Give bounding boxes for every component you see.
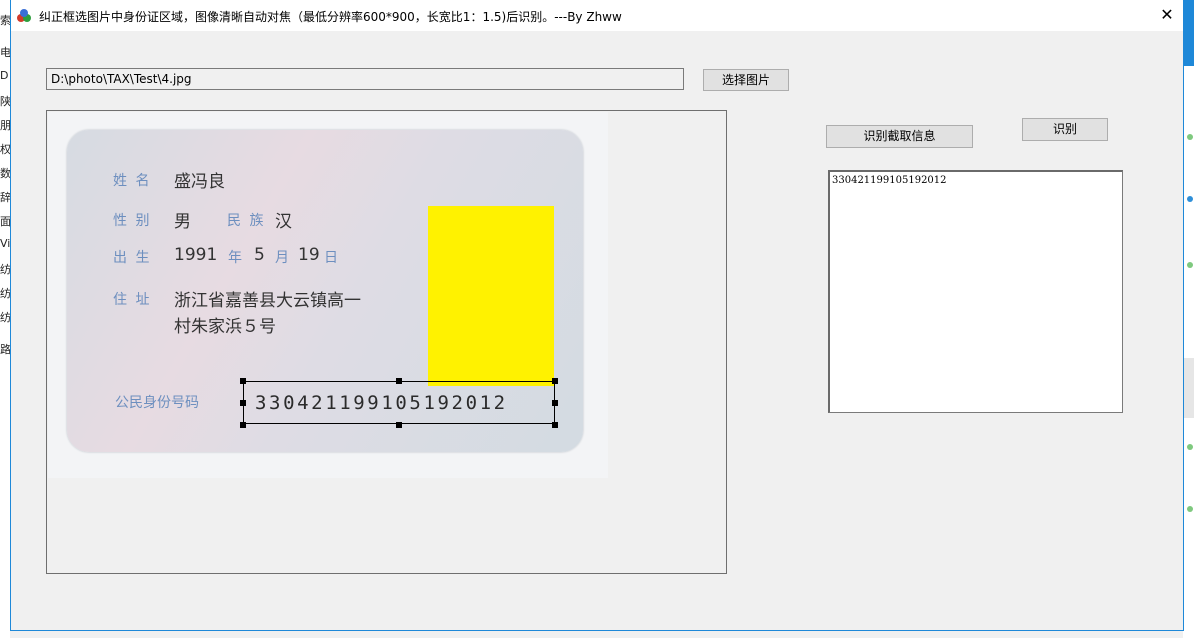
card-birth-day: 19 (298, 245, 320, 265)
photo-redaction-box (428, 206, 554, 386)
close-button[interactable]: ✕ (1151, 0, 1183, 31)
card-birth-month: 5 (254, 245, 265, 265)
status-dot-icon (1187, 134, 1193, 140)
background-text: 陕 (0, 95, 10, 108)
background-text: 索 (0, 14, 10, 27)
card-name-value: 盛冯良 (174, 172, 225, 192)
recognize-crop-info-button[interactable]: 识别截取信息 (826, 125, 973, 148)
card-address-label: 住 址 (113, 292, 152, 308)
background-app-left: 索 电 D 陕 朋 权 数 辞 面 Vi 纺 纺 纺 路 (0, 0, 10, 638)
background-text: 电 (0, 46, 10, 59)
card-id-label: 公民身份号码 (115, 395, 199, 411)
recognize-button[interactable]: 识别 (1022, 118, 1108, 141)
status-dot-icon (1187, 444, 1193, 450)
window-title: 纠正框选图片中身份证区域，图像清晰自动对焦（最低分辨率600*900，长宽比1：… (39, 10, 622, 24)
main-window: 纠正框选图片中身份证区域，图像清晰自动对焦（最低分辨率600*900，长宽比1：… (10, 0, 1184, 631)
background-text: Vi (0, 237, 10, 250)
background-app-right (1183, 0, 1194, 638)
background-band (1183, 358, 1194, 418)
background-text: 纺 (0, 263, 10, 276)
card-ethnicity-value: 汉 (275, 212, 292, 232)
image-preview[interactable]: 姓 名 盛冯良 性 别 男 民 族 汉 出 生 1991 年 5 月 19 日 … (46, 110, 727, 574)
background-accent (1183, 0, 1194, 66)
card-year-unit: 年 (228, 250, 242, 266)
card-day-unit: 日 (324, 250, 338, 266)
background-text: D (0, 69, 9, 82)
card-gender-label: 性 别 (113, 213, 152, 229)
card-address-line1: 浙江省嘉善县大云镇高一 (174, 291, 361, 311)
background-text: 面 (0, 215, 10, 228)
result-textbox[interactable]: 330421199105192012 (828, 170, 1123, 413)
background-text: 路 (0, 343, 10, 356)
resize-handle-right[interactable] (552, 400, 558, 406)
resize-handle-top-left[interactable] (240, 378, 246, 384)
card-address-line2: 村朱家浜５号 (174, 317, 276, 337)
card-name-label: 姓 名 (113, 173, 152, 189)
status-dot-icon (1187, 262, 1193, 268)
background-text: 朋 (0, 119, 10, 132)
card-month-unit: 月 (275, 250, 289, 266)
background-text: 纺 (0, 287, 10, 300)
background-text: 权 (0, 143, 10, 156)
card-gender-value: 男 (174, 212, 191, 232)
card-birth-year: 1991 (174, 245, 218, 265)
background-text: 数 (0, 167, 10, 180)
file-path-field[interactable]: D:\photo\TAX\Test\4.jpg (46, 68, 684, 90)
status-dot-icon (1187, 196, 1193, 202)
selection-rectangle[interactable] (243, 381, 555, 424)
resize-handle-bottom-left[interactable] (240, 422, 246, 428)
title-bar[interactable]: 纠正框选图片中身份证区域，图像清晰自动对焦（最低分辨率600*900，长宽比1：… (11, 0, 1183, 31)
select-image-button[interactable]: 选择图片 (703, 69, 789, 91)
status-dot-icon (1187, 506, 1193, 512)
resize-handle-left[interactable] (240, 400, 246, 406)
app-icon (17, 9, 31, 22)
card-ethnicity-label: 民 族 (227, 213, 266, 229)
resize-handle-bottom[interactable] (396, 422, 402, 428)
resize-handle-bottom-right[interactable] (552, 422, 558, 428)
card-birth-label: 出 生 (113, 250, 152, 266)
background-text: 辞 (0, 191, 10, 204)
resize-handle-top[interactable] (396, 378, 402, 384)
background-text: 纺 (0, 311, 10, 324)
resize-handle-top-right[interactable] (552, 378, 558, 384)
